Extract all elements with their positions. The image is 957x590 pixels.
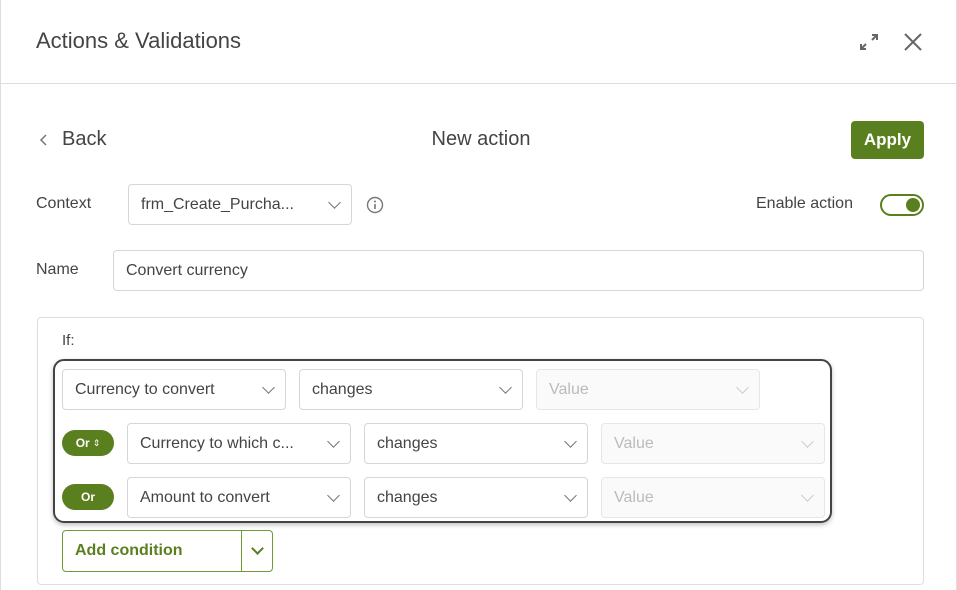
condition-value-select: Value bbox=[536, 369, 760, 410]
condition-value-select: Value bbox=[601, 477, 825, 518]
expand-icon[interactable] bbox=[858, 32, 880, 52]
enable-action-toggle[interactable] bbox=[880, 194, 924, 216]
if-label: If: bbox=[62, 332, 75, 349]
page-title: New action bbox=[431, 128, 531, 150]
condition-field-select[interactable]: Currency to convert bbox=[62, 369, 286, 410]
chevron-down-icon bbox=[801, 434, 814, 448]
back-label: Back bbox=[62, 128, 107, 150]
condition-field-select[interactable]: Currency to which c... bbox=[127, 423, 351, 464]
chevron-down-icon bbox=[564, 434, 577, 448]
add-condition-split-button: Add condition bbox=[62, 530, 273, 572]
toggle-knob bbox=[906, 198, 920, 212]
name-input[interactable]: Convert currency bbox=[113, 250, 924, 291]
or-connector-toggle[interactable]: Or ⇕ bbox=[62, 430, 114, 456]
chevron-left-icon bbox=[39, 133, 47, 146]
operator-value: changes bbox=[377, 488, 438, 506]
enable-action-label: Enable action bbox=[756, 195, 853, 212]
connector-label: Or bbox=[75, 436, 90, 450]
add-condition-menu-button[interactable] bbox=[241, 531, 272, 571]
value-placeholder: Value bbox=[614, 488, 654, 506]
context-value: frm_Create_Purcha... bbox=[141, 195, 294, 213]
chevron-down-icon bbox=[328, 195, 341, 209]
close-icon[interactable] bbox=[903, 32, 923, 52]
chevron-down-icon bbox=[250, 542, 264, 555]
context-label: Context bbox=[36, 195, 92, 212]
name-value: Convert currency bbox=[126, 261, 248, 279]
field-value: Currency to convert bbox=[75, 380, 215, 398]
add-condition-button[interactable]: Add condition bbox=[63, 531, 241, 571]
field-value: Amount to convert bbox=[140, 488, 270, 506]
chevron-down-icon bbox=[564, 488, 577, 502]
dialog-title: Actions & Validations bbox=[36, 28, 242, 53]
sort-arrows-icon: ⇕ bbox=[92, 437, 101, 448]
chevron-down-icon bbox=[499, 380, 512, 394]
header-divider bbox=[0, 83, 957, 84]
operator-value: changes bbox=[312, 380, 373, 398]
or-connector-badge[interactable]: Or bbox=[62, 484, 114, 510]
chevron-down-icon bbox=[801, 488, 814, 502]
chevron-down-icon bbox=[327, 434, 340, 448]
name-label: Name bbox=[36, 261, 79, 278]
context-select[interactable]: frm_Create_Purcha... bbox=[128, 184, 352, 225]
condition-operator-select[interactable]: changes bbox=[299, 369, 523, 410]
chevron-down-icon bbox=[262, 380, 275, 394]
chevron-down-icon bbox=[327, 488, 340, 502]
condition-value-select: Value bbox=[601, 423, 825, 464]
condition-operator-select[interactable]: changes bbox=[364, 423, 588, 464]
apply-button[interactable]: Apply bbox=[851, 121, 924, 159]
condition-field-select[interactable]: Amount to convert bbox=[127, 477, 351, 518]
connector-label: Or bbox=[80, 490, 95, 504]
chevron-down-icon bbox=[736, 380, 749, 394]
info-icon[interactable] bbox=[366, 196, 384, 214]
condition-operator-select[interactable]: changes bbox=[364, 477, 588, 518]
back-button[interactable]: Back bbox=[38, 128, 106, 151]
operator-value: changes bbox=[377, 434, 438, 452]
value-placeholder: Value bbox=[549, 380, 589, 398]
value-placeholder: Value bbox=[614, 434, 654, 452]
field-value: Currency to which c... bbox=[140, 434, 294, 452]
